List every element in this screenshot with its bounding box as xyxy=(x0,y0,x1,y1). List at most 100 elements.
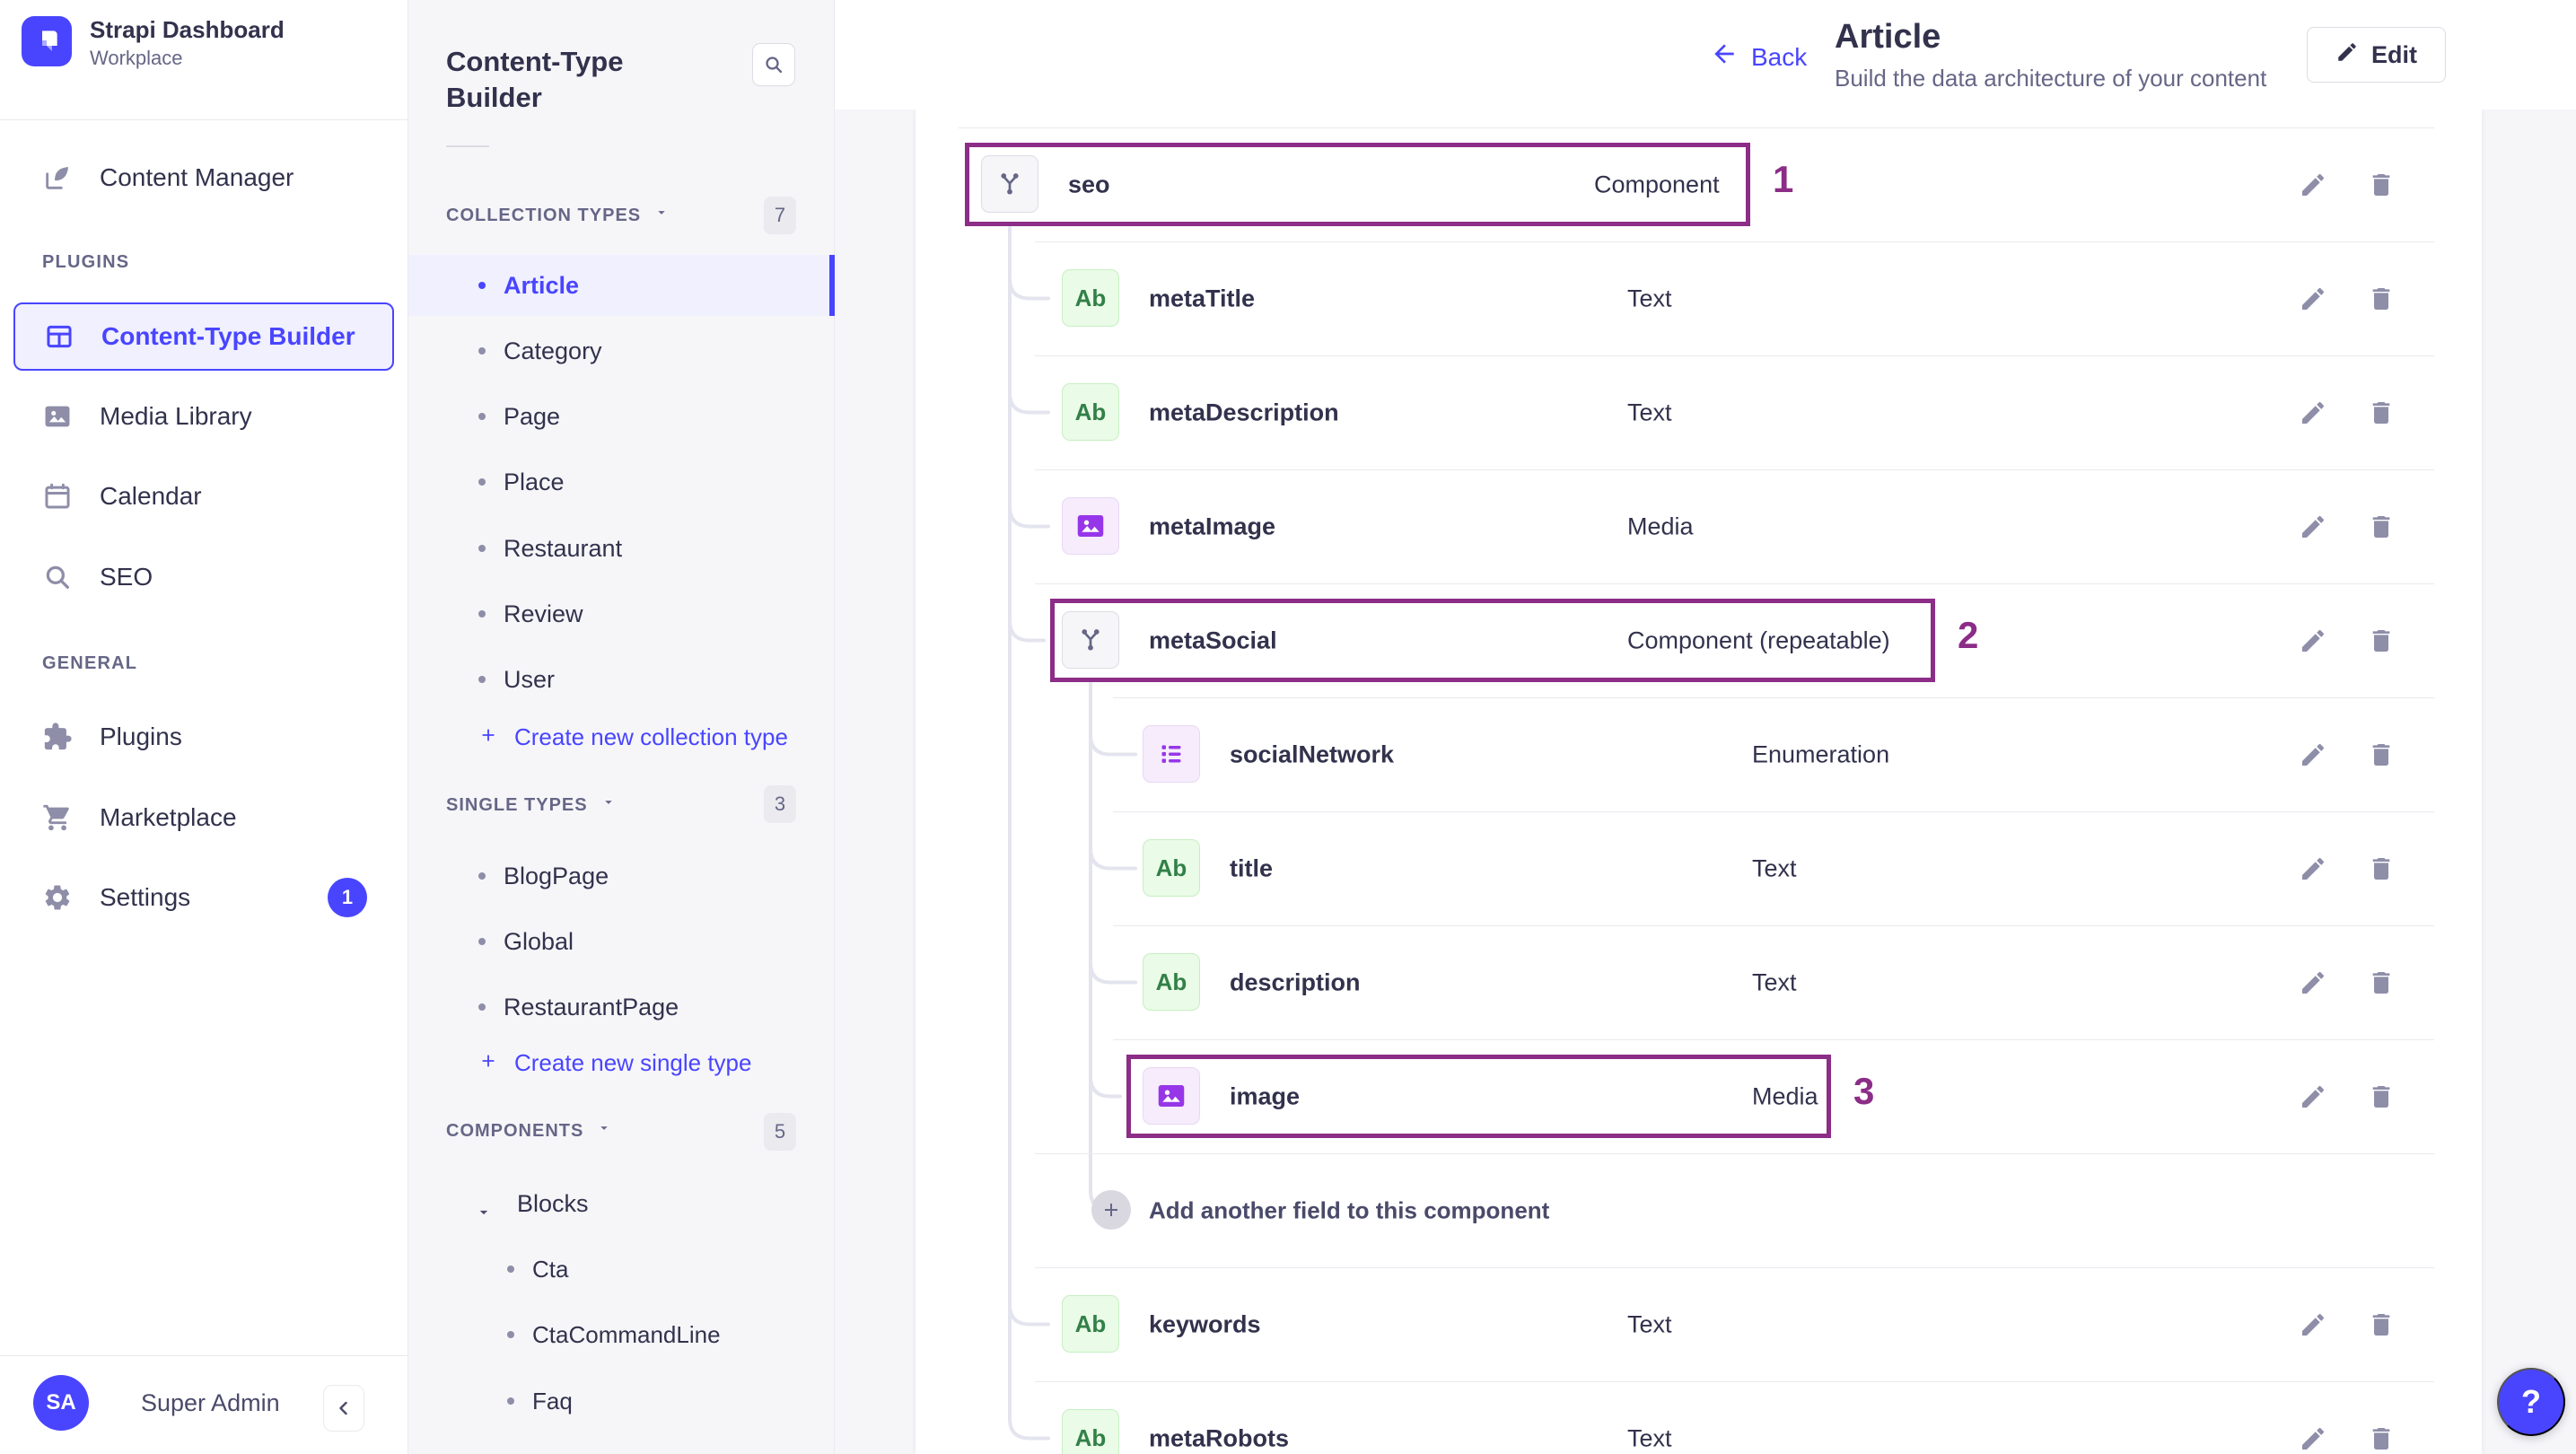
sidebar-item-label: Content-Type Builder xyxy=(101,322,355,350)
nav-section-label: GENERAL xyxy=(42,653,138,673)
delete-field-button[interactable] xyxy=(2367,512,2396,541)
row-divider xyxy=(959,127,2434,128)
section-label: SINGLE TYPES xyxy=(446,794,588,815)
edit-button[interactable]: Edit xyxy=(2307,27,2446,83)
sidebar-item-plugins[interactable]: Plugins xyxy=(13,705,394,768)
page-title: Article xyxy=(1835,18,1941,56)
field-name: title xyxy=(1230,854,1274,881)
field-name: metaImage xyxy=(1149,512,1276,539)
type-item-page[interactable]: Page xyxy=(408,386,835,447)
delete-field-button[interactable] xyxy=(2367,1424,2396,1453)
type-item-blogpage[interactable]: BlogPage xyxy=(408,845,835,907)
type-item-cta[interactable]: Cta xyxy=(408,1239,835,1300)
enum-icon xyxy=(1143,725,1200,783)
create-new-single-type-link[interactable]: Create new single type xyxy=(478,1049,751,1077)
edit-field-button[interactable] xyxy=(2299,626,2327,655)
field-type: Text xyxy=(1627,399,1672,425)
field-row-metaTitle[interactable]: Ab metaTitle Text xyxy=(916,241,2482,355)
field-name: socialNetwork xyxy=(1230,740,1395,767)
edit-field-button[interactable] xyxy=(2299,740,2327,769)
row-divider xyxy=(1035,355,2434,356)
section-header-components[interactable]: COMPONENTS xyxy=(446,1120,612,1142)
delete-field-button[interactable] xyxy=(2367,285,2396,313)
annotation-number: 2 xyxy=(1958,614,1979,656)
sidebar-item-marketplace[interactable]: Marketplace xyxy=(13,786,394,849)
section-count-badge: 7 xyxy=(764,197,796,234)
add-field-row[interactable]: Add another field to this component xyxy=(916,1153,2482,1267)
field-row-title[interactable]: Ab title Text xyxy=(916,811,2482,925)
notification-badge: 1 xyxy=(328,878,367,917)
type-item-global[interactable]: Global xyxy=(408,911,835,972)
help-button[interactable]: ? xyxy=(2497,1368,2565,1436)
type-item-restaurant[interactable]: Restaurant xyxy=(408,518,835,579)
primary-sidebar: Strapi Dashboard Workplace Content Manag… xyxy=(0,0,408,1454)
bullet-icon xyxy=(478,938,486,945)
workspace-brand[interactable]: Strapi Dashboard Workplace xyxy=(22,16,285,70)
type-item-label: Article xyxy=(504,271,580,299)
back-link[interactable]: Back xyxy=(1710,39,1807,74)
type-item-features[interactable]: Features xyxy=(408,1436,835,1454)
bullet-icon xyxy=(507,1397,514,1405)
section-header-collection-types[interactable]: COLLECTION TYPES xyxy=(446,205,670,226)
component-group-blocks[interactable]: Blocks xyxy=(408,1173,835,1234)
create-link-label: Create new single type xyxy=(514,1049,752,1076)
field-name: metaRobots xyxy=(1149,1424,1290,1451)
add-field-to-component-label: Add another field to this component xyxy=(1149,1196,1550,1223)
type-item-place[interactable]: Place xyxy=(408,451,835,512)
type-item-category[interactable]: Category xyxy=(408,320,835,381)
delete-field-button[interactable] xyxy=(2367,968,2396,997)
type-item-faq[interactable]: Faq xyxy=(408,1371,835,1432)
delete-field-button[interactable] xyxy=(2367,399,2396,427)
search-button[interactable] xyxy=(752,43,795,86)
sidebar-item-label: Marketplace xyxy=(100,803,237,831)
bullet-icon xyxy=(478,545,486,552)
row-divider xyxy=(1035,583,2434,584)
annotation-number: 3 xyxy=(1853,1070,1875,1112)
edit-field-button[interactable] xyxy=(2299,399,2327,427)
field-row-metaDescription[interactable]: Ab metaDescription Text xyxy=(916,355,2482,469)
collapse-sidebar-button[interactable] xyxy=(323,1385,364,1432)
edit-field-button[interactable] xyxy=(2299,1082,2327,1111)
delete-field-button[interactable] xyxy=(2367,740,2396,769)
sidebar-item-media-library[interactable]: Media Library xyxy=(13,385,394,448)
field-type: Text xyxy=(1627,1424,1672,1451)
annotation-highlight-box xyxy=(965,143,1750,226)
field-type: Media xyxy=(1627,512,1694,539)
edit-field-button[interactable] xyxy=(2299,968,2327,997)
type-item-article[interactable]: Article xyxy=(408,255,835,316)
sidebar-item-content-type-builder[interactable]: Content-Type Builder xyxy=(13,302,394,371)
type-item-review[interactable]: Review xyxy=(408,583,835,644)
edit-field-button[interactable] xyxy=(2299,1424,2327,1453)
delete-field-button[interactable] xyxy=(2367,171,2396,199)
type-item-restaurantpage[interactable]: RestaurantPage xyxy=(408,977,835,1038)
sidebar-item-calendar[interactable]: Calendar xyxy=(13,465,394,528)
avatar[interactable]: SA xyxy=(33,1375,89,1431)
layout-grid-icon xyxy=(44,321,74,352)
add-field-circle-button[interactable] xyxy=(1091,1190,1131,1230)
edit-field-button[interactable] xyxy=(2299,171,2327,199)
content-area: seo Component Ab metaTitle Text Ab metaDescrip… xyxy=(835,109,2576,1454)
field-row-description[interactable]: Ab description Text xyxy=(916,925,2482,1039)
field-row-socialNetwork[interactable]: socialNetwork Enumeration xyxy=(916,697,2482,811)
sidebar-item-seo[interactable]: SEO xyxy=(13,546,394,609)
delete-field-button[interactable] xyxy=(2367,1310,2396,1339)
edit-field-button[interactable] xyxy=(2299,1310,2327,1339)
delete-field-button[interactable] xyxy=(2367,854,2396,883)
delete-field-button[interactable] xyxy=(2367,626,2396,655)
delete-field-button[interactable] xyxy=(2367,1082,2396,1111)
bullet-icon xyxy=(478,676,486,683)
create-link-label: Create new collection type xyxy=(514,723,788,750)
row-divider xyxy=(1035,469,2434,470)
field-row-metaImage[interactable]: metaImage Media xyxy=(916,469,2482,583)
section-header-single-types[interactable]: SINGLE TYPES xyxy=(446,794,617,816)
type-item-ctacommandline[interactable]: CtaCommandLine xyxy=(408,1304,835,1365)
type-item-user[interactable]: User xyxy=(408,649,835,710)
sidebar-item-content-manager[interactable]: Content Manager xyxy=(13,146,394,209)
edit-field-button[interactable] xyxy=(2299,854,2327,883)
edit-field-button[interactable] xyxy=(2299,285,2327,313)
gear-icon xyxy=(42,882,73,913)
create-new-collection-type-link[interactable]: Create new collection type xyxy=(478,723,788,751)
field-row-metaRobots[interactable]: Ab metaRobots Text xyxy=(916,1381,2482,1454)
edit-field-button[interactable] xyxy=(2299,512,2327,541)
field-row-keywords[interactable]: Ab keywords Text xyxy=(916,1267,2482,1381)
